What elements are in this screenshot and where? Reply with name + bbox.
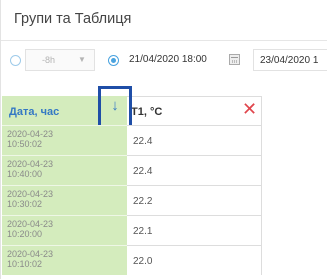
value-column-header: T1, °C ✕	[127, 96, 262, 125]
row-date: 2020-04-23	[7, 249, 54, 259]
date-range-radio[interactable]	[108, 55, 119, 66]
row-value: 22.4	[133, 136, 153, 147]
value-cell: 22.4	[127, 155, 262, 185]
table-row: 2020-04-23 10:40:00 22.4	[2, 155, 262, 185]
row-time: 10:10:02	[7, 259, 43, 269]
row-value: 22.2	[133, 196, 153, 207]
value-cell: 22.1	[127, 215, 262, 245]
date-from-value: 21/04/2020 18:00	[129, 54, 207, 65]
date-cell: 2020-04-23 10:50:02	[2, 125, 127, 155]
period-select[interactable]: -8h ▼	[25, 49, 95, 71]
date-cell: 2020-04-23 10:30:02	[2, 185, 127, 215]
row-time: 10:30:02	[7, 199, 43, 209]
date-to-field[interactable]: 23/04/2020 1	[253, 49, 327, 71]
value-cell: 22.0	[127, 245, 262, 275]
value-cell: 22.4	[127, 125, 262, 155]
date-cell: 2020-04-23 10:10:02	[2, 245, 127, 275]
page-title: Групи та Таблиця	[14, 11, 132, 27]
sort-down-icon: ↓	[111, 97, 119, 114]
row-value: 22.1	[133, 226, 153, 237]
row-value: 22.0	[133, 256, 153, 267]
row-value: 22.4	[133, 166, 153, 177]
table-header: Дата, час T1, °C ✕ ↓	[2, 86, 262, 129]
date-column-label: Дата, час	[9, 106, 60, 118]
value-cell: 22.2	[127, 185, 262, 215]
table-row: 2020-04-23 10:50:02 22.4	[2, 125, 262, 155]
period-select-value: -8h	[42, 55, 56, 65]
title-divider	[1, 40, 327, 41]
period-radio[interactable]	[10, 55, 21, 66]
groups-tables-panel: Групи та Таблиця -8h ▼ 21/04/2020 18:00 …	[0, 0, 327, 279]
row-date: 2020-04-23	[7, 189, 54, 199]
chevron-down-icon: ▼	[78, 55, 86, 64]
table-row: 2020-04-23 10:10:02 22.0	[2, 245, 262, 275]
sort-button[interactable]: ↓	[98, 86, 132, 129]
row-time: 10:40:00	[7, 169, 43, 179]
row-time: 10:50:02	[7, 139, 43, 149]
date-to-value: 23/04/2020 1	[260, 55, 319, 66]
row-date: 2020-04-23	[7, 129, 54, 139]
date-cell: 2020-04-23 10:20:00	[2, 215, 127, 245]
row-date: 2020-04-23	[7, 219, 54, 229]
calendar-icon[interactable]	[229, 54, 240, 65]
date-cell: 2020-04-23 10:40:00	[2, 155, 127, 185]
value-column-label: T1, °C	[131, 106, 163, 118]
table-row: 2020-04-23 10:30:02 22.2	[2, 185, 262, 215]
row-date: 2020-04-23	[7, 159, 54, 169]
close-icon[interactable]: ✕	[242, 100, 257, 118]
table-row: 2020-04-23 10:20:00 22.1	[2, 215, 262, 245]
row-time: 10:20:00	[7, 229, 43, 239]
